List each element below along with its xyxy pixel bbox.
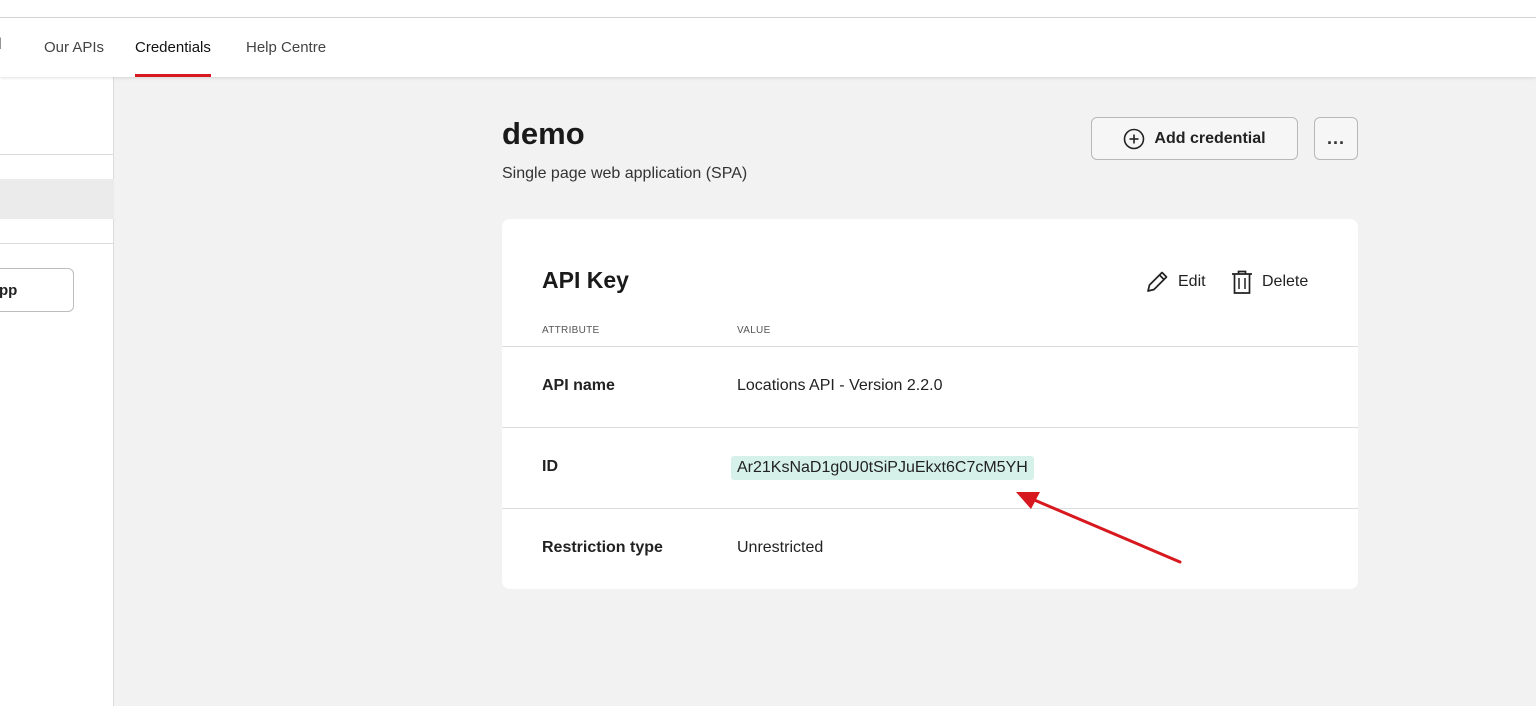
sidebar-create-app-button[interactable]: pp [0, 268, 74, 312]
nav-help-centre[interactable]: Help Centre [246, 18, 326, 77]
ellipsis-icon: ... [1326, 128, 1345, 148]
nav-credentials[interactable]: Credentials [135, 18, 211, 77]
page-title: demo [502, 116, 585, 151]
plus-circle-icon [1124, 128, 1145, 149]
delete-label: Delete [1262, 273, 1309, 290]
row-label-api-name: API name [542, 377, 615, 394]
brand-logo-fragment[interactable]: l [0, 36, 2, 54]
row-label-id: ID [542, 458, 558, 475]
browser-top-strip [0, 0, 1536, 18]
add-credential-label: Add credential [1154, 129, 1266, 147]
row-divider [502, 427, 1358, 428]
card-title: API Key [542, 267, 629, 293]
delete-button[interactable]: Delete [1230, 268, 1308, 296]
column-header-attribute: ATTRIBUTE [542, 325, 600, 336]
row-divider [502, 508, 1358, 509]
row-value-restriction-type: Unrestricted [737, 539, 824, 556]
sidebar: pp [0, 77, 114, 706]
edit-label: Edit [1178, 273, 1206, 290]
more-options-button[interactable]: ... [1314, 117, 1358, 160]
api-key-card: API Key Edit Delete ATTRIBUTE VALUE API … [502, 219, 1358, 589]
trash-icon [1232, 270, 1252, 294]
add-credential-button[interactable]: Add credential [1091, 117, 1298, 160]
row-label-restriction-type: Restriction type [542, 539, 663, 556]
row-divider [502, 346, 1358, 347]
sidebar-item-selected[interactable] [0, 179, 114, 219]
pencil-icon [1147, 271, 1168, 292]
column-header-value: VALUE [737, 325, 771, 336]
sidebar-divider [0, 243, 114, 244]
sidebar-divider [0, 154, 114, 155]
edit-button[interactable]: Edit [1144, 268, 1206, 296]
page-subtitle: Single page web application (SPA) [502, 165, 748, 182]
top-navigation: l Our APIs Credentials Help Centre [0, 18, 1536, 77]
nav-our-apis[interactable]: Our APIs [44, 18, 104, 77]
api-key-id-value[interactable]: Ar21KsNaD1g0U0tSiPJuEkxt6C7cM5YH [731, 456, 1034, 480]
row-value-api-name: Locations API - Version 2.2.0 [737, 377, 943, 394]
